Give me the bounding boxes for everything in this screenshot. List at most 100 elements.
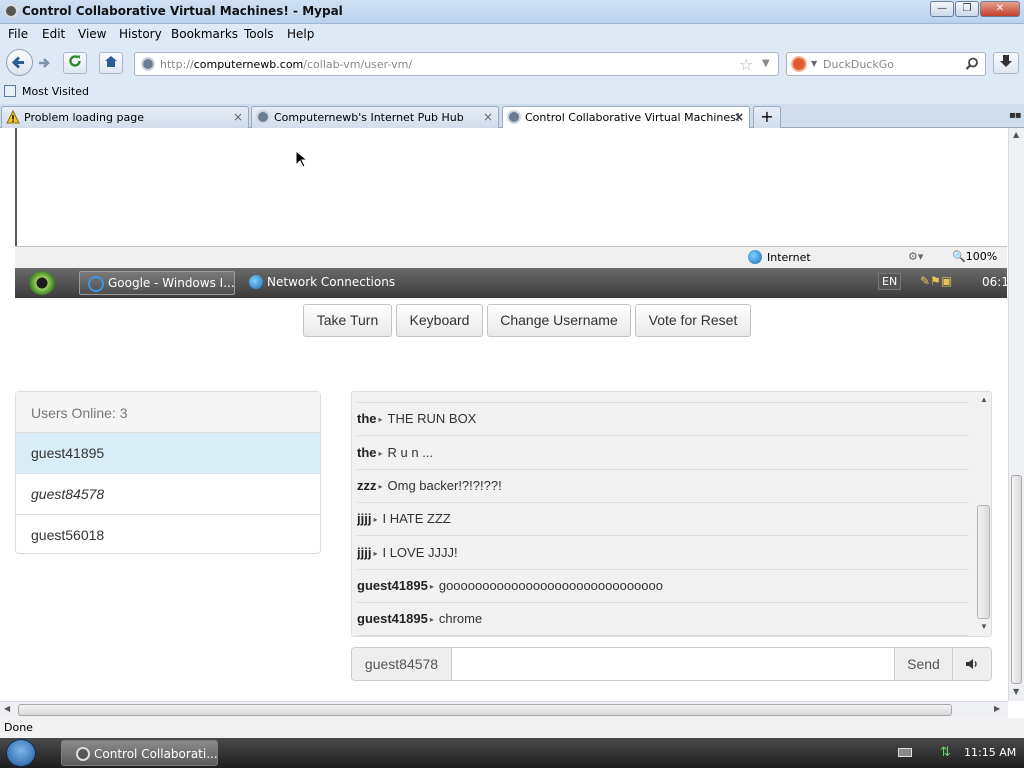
network-tray-icon[interactable]: ⇅ (940, 745, 951, 760)
user-list-item[interactable]: guest41895 (16, 433, 320, 474)
chat-username: the (357, 411, 377, 426)
vm-task-google[interactable]: Google - Windows I... (79, 271, 235, 295)
vm-tray-icons[interactable]: ✎⚑▣ (920, 274, 952, 288)
chat-arrow-icon: ▸ (373, 549, 378, 558)
chat-scrollbar[interactable]: ▲ ▼ (976, 393, 991, 636)
chat-text: Omg backer!?!?!??! (387, 478, 502, 493)
menu-view[interactable]: View (78, 27, 106, 41)
downloads-button[interactable] (993, 52, 1019, 74)
menu-help[interactable]: Help (287, 27, 314, 41)
reload-button[interactable] (63, 52, 87, 74)
os-taskbar: Control Collaborati... ⇅ 11:15 AM (0, 738, 1024, 768)
tab-problem-loading[interactable]: Problem loading page × (1, 106, 249, 128)
close-window-button[interactable]: ✕ (980, 1, 1020, 17)
most-visited-bookmark[interactable]: Most Visited (4, 85, 89, 98)
chat-send-button[interactable]: Send (894, 648, 952, 680)
chat-arrow-icon: ▸ (378, 482, 383, 491)
chat-message: guest41895 ▸ chrome (357, 603, 969, 636)
duckduckgo-icon[interactable] (791, 56, 807, 72)
vm-browser-window[interactable] (15, 128, 1007, 246)
scroll-up-icon[interactable]: ▲ (1013, 130, 1019, 139)
chat-message: the ▸ R u n ... (357, 437, 969, 470)
engine-dropdown-icon[interactable]: ▼ (811, 59, 817, 68)
maximize-button[interactable]: ❐ (955, 1, 979, 17)
window-title: Control Collaborative Virtual Machines! … (22, 4, 343, 18)
menu-edit[interactable]: Edit (42, 27, 65, 41)
tab-close-button[interactable]: × (734, 110, 744, 124)
protected-mode-icon[interactable]: ⚙▾ (908, 250, 923, 263)
chat-text: I HATE ZZZ (382, 511, 451, 526)
chat-message: guest41895 ▸ goooooooooooooooooooooooooooo… (357, 570, 969, 603)
vm-zone-label: Internet (767, 251, 811, 264)
vm-display[interactable]: Internet ⚙▾ 🔍100% Google - Windows I... … (15, 128, 1008, 298)
user-list-item[interactable]: guest56018 (16, 515, 320, 556)
minimize-button[interactable]: — (930, 1, 954, 17)
mypal-app-icon (4, 4, 18, 18)
back-arrow-icon (11, 56, 24, 69)
url-bar[interactable]: http://computernewb.com/collab-vm/user-v… (134, 52, 779, 76)
search-bar[interactable]: ▼ DuckDuckGo (786, 52, 986, 76)
tab-groups-icon[interactable]: ▪▪ (1009, 110, 1022, 121)
scroll-left-icon[interactable]: ◀ (4, 704, 10, 713)
search-icon[interactable] (965, 57, 979, 71)
vm-language-indicator[interactable]: EN (878, 273, 902, 290)
page-hscroll-thumb[interactable] (18, 704, 952, 716)
menu-bookmarks[interactable]: Bookmarks (171, 27, 238, 41)
window-titlebar: Control Collaborative Virtual Machines! … (0, 0, 1024, 24)
chat-arrow-icon: ▸ (378, 415, 383, 424)
search-placeholder: DuckDuckGo (823, 58, 894, 71)
chat-text: I LOVE JJJJ! (382, 545, 458, 560)
vm-zoom[interactable]: 🔍100% (952, 250, 997, 263)
vm-browser-statusbar: Internet ⚙▾ 🔍100% (15, 246, 1007, 268)
page-vertical-scrollbar[interactable]: ▲ ▼ (1008, 128, 1024, 701)
scroll-up-icon[interactable]: ▲ (980, 395, 988, 404)
take-turn-button[interactable]: Take Turn (303, 304, 392, 337)
change-username-button[interactable]: Change Username (487, 304, 631, 337)
reload-icon (69, 55, 81, 67)
home-icon (105, 56, 117, 67)
menu-file[interactable]: File (8, 27, 28, 41)
chat-panel[interactable]: the ▸ THE RUN BOX the ▸ R u n ... zzz ▸ Omg ba… (351, 391, 992, 637)
back-button[interactable] (6, 49, 33, 76)
tab-pub-hub[interactable]: Computernewb's Internet Pub Hub × (251, 106, 499, 128)
scroll-right-icon[interactable]: ▶ (994, 704, 1000, 713)
navigation-toolbar: http://computernewb.com/collab-vm/user-v… (0, 44, 1024, 82)
url-text[interactable]: http://computernewb.com/collab-vm/user-v… (160, 58, 412, 71)
chat-sound-button[interactable] (952, 648, 991, 680)
bookmark-star-icon[interactable]: ☆ (739, 55, 753, 74)
scroll-down-icon[interactable]: ▼ (980, 622, 988, 631)
vm-task-network[interactable]: Network Connections (245, 271, 395, 295)
menu-history[interactable]: History (119, 27, 162, 41)
vm-clock: 06:1 (982, 275, 1008, 289)
vm-taskbar: Google - Windows I... Network Connection… (15, 268, 1008, 298)
vote-reset-button[interactable]: Vote for Reset (635, 304, 751, 337)
users-online-panel: Users Online: 3 guest41895 guest84578 gu… (15, 391, 321, 554)
taskbar-mypal-window[interactable]: Control Collaborati... (61, 740, 218, 766)
new-tab-button[interactable]: + (753, 106, 781, 128)
network-icon (249, 275, 263, 289)
home-button[interactable] (99, 52, 123, 74)
speaker-icon (966, 659, 977, 669)
site-identity-icon[interactable] (141, 57, 155, 71)
windows-start-button[interactable] (6, 739, 36, 767)
url-dropdown-icon[interactable]: ▼ (762, 58, 770, 69)
vm-start-button[interactable] (29, 271, 55, 295)
page-scroll-thumb[interactable] (1011, 475, 1022, 684)
chat-username: jjjj (357, 511, 372, 526)
chat-scroll-thumb[interactable] (977, 505, 990, 619)
user-list-item[interactable]: guest84578 (16, 474, 320, 515)
keyboard-tray-icon[interactable] (898, 748, 912, 757)
tab-close-button[interactable]: × (233, 110, 243, 124)
chat-text: chrome (438, 611, 483, 626)
tab-close-button[interactable]: × (483, 110, 493, 124)
page-horizontal-scrollbar[interactable]: ◀ ▶ (0, 701, 1008, 718)
chat-message-input[interactable] (453, 648, 894, 680)
forward-arrow-icon[interactable] (36, 55, 52, 71)
site-icon (507, 110, 521, 124)
chat-username: the (357, 445, 377, 460)
tab-collabvm[interactable]: Control Collaborative Virtual Machines! … (502, 106, 750, 129)
scroll-down-icon[interactable]: ▼ (1013, 687, 1019, 696)
menu-tools[interactable]: Tools (244, 27, 274, 41)
chat-message: the ▸ THE RUN BOX (357, 403, 969, 436)
keyboard-button[interactable]: Keyboard (396, 304, 483, 337)
